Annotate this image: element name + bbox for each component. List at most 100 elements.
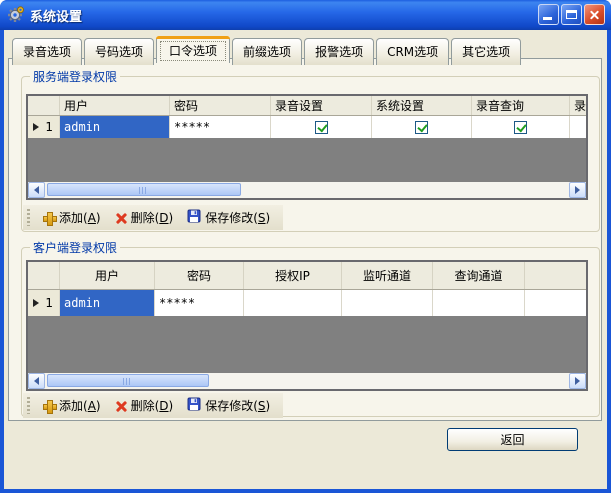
tab-alarm-options[interactable]: 报警选项	[304, 38, 374, 65]
save-floppy-icon	[187, 397, 201, 414]
minimize-button[interactable]	[538, 4, 559, 25]
client-extra-cell[interactable]	[525, 290, 586, 316]
delete-x-icon	[115, 400, 127, 412]
add-label: 添加(A)	[59, 209, 101, 226]
save-label: 保存修改(S)	[205, 397, 270, 414]
maximize-icon	[566, 10, 577, 19]
client-permissions-grid: 用户 密码 授权IP 监听通道 查询通道 1 admin *****	[26, 260, 588, 391]
scroll-right-icon	[575, 186, 580, 194]
client-listen-channel-cell[interactable]	[342, 290, 433, 316]
toolbar-grip[interactable]	[27, 209, 30, 226]
client-col-user[interactable]: 用户	[60, 262, 155, 289]
client-group-title: 客户端登录权限	[30, 239, 120, 256]
server-col-selector[interactable]	[28, 96, 60, 115]
server-record-settings-cell	[271, 116, 372, 138]
client-col-auth-ip[interactable]: 授权IP	[244, 262, 342, 289]
client-grid-hscrollbar[interactable]	[28, 373, 586, 389]
delete-button[interactable]: 删除(D)	[110, 207, 179, 228]
server-col-system-settings[interactable]: 系统设置	[372, 96, 472, 115]
delete-label: 删除(D)	[131, 397, 174, 414]
scroll-left-button[interactable]	[28, 182, 45, 198]
delete-button[interactable]: 删除(D)	[110, 395, 179, 416]
titlebar[interactable]: 系统设置	[0, 0, 611, 30]
scrollbar-thumb[interactable]	[47, 183, 241, 196]
server-group-title: 服务端登录权限	[30, 68, 120, 85]
save-changes-button[interactable]: 保存修改(S)	[182, 395, 275, 416]
client-col-extra[interactable]	[525, 262, 586, 289]
server-system-settings-cell	[372, 116, 472, 138]
server-col-record-query[interactable]: 录音查询	[472, 96, 570, 115]
server-permissions-grid: 用户 密码 录音设置 系统设置 录音查询 录 1 admin *****	[26, 94, 588, 200]
tab-other-options[interactable]: 其它选项	[451, 38, 521, 65]
tab-prefix-options[interactable]: 前缀选项	[232, 38, 302, 65]
scroll-left-button[interactable]	[28, 373, 45, 389]
scroll-left-icon	[34, 186, 39, 194]
server-password-cell[interactable]: *****	[170, 116, 271, 138]
client-col-listen-channel[interactable]: 监听通道	[342, 262, 433, 289]
client-user-cell[interactable]: admin	[60, 290, 155, 316]
add-button[interactable]: 添加(A)	[38, 395, 106, 416]
server-user-cell[interactable]: admin	[60, 116, 170, 138]
server-col-user[interactable]: 用户	[60, 96, 170, 115]
save-label: 保存修改(S)	[205, 209, 270, 226]
maximize-button[interactable]	[561, 4, 582, 25]
gear-icon	[7, 6, 25, 24]
row-selector[interactable]: 1	[28, 116, 60, 138]
current-row-icon	[33, 123, 39, 131]
close-button[interactable]	[584, 4, 605, 25]
client-grid-toolbar: 添加(A) 删除(D)	[23, 393, 283, 418]
add-button[interactable]: 添加(A)	[38, 207, 106, 228]
dialog-client-area: 录音选项 号码选项 口令选项 前缀选项 报警选项 CRM选项 其它选项 服务端登…	[4, 30, 607, 489]
server-grid-header-row: 用户 密码 录音设置 系统设置 录音查询 录	[28, 96, 586, 116]
row-number: 1	[45, 296, 53, 310]
row-number: 1	[45, 120, 53, 134]
record-query-checkbox[interactable]	[514, 121, 527, 134]
save-changes-button[interactable]: 保存修改(S)	[182, 207, 275, 228]
client-col-password[interactable]: 密码	[155, 262, 244, 289]
tab-password-options[interactable]: 口令选项	[156, 36, 230, 63]
server-col-partial[interactable]: 录	[570, 96, 586, 115]
tab-strip: 录音选项 号码选项 口令选项 前缀选项 报警选项 CRM选项 其它选项	[12, 37, 521, 64]
server-grid-empty-area	[28, 138, 586, 182]
delete-x-icon	[115, 212, 127, 224]
window-title: 系统设置	[30, 6, 82, 25]
client-query-channel-cell[interactable]	[433, 290, 525, 316]
scroll-right-icon	[575, 377, 580, 385]
system-settings-checkbox[interactable]	[415, 121, 428, 134]
tab-recording-options[interactable]: 录音选项	[12, 38, 82, 65]
client-auth-ip-cell[interactable]	[244, 290, 342, 316]
return-button[interactable]: 返回	[447, 428, 578, 451]
scrollbar-thumb[interactable]	[47, 374, 209, 387]
server-grid-toolbar: 添加(A) 删除(D)	[23, 205, 283, 230]
server-partial-cell[interactable]	[570, 116, 586, 138]
system-settings-window: 系统设置 录音选项 号码选项 口令选项 前缀选项 报警选项 CRM选项 其它选项…	[0, 0, 611, 493]
row-selector[interactable]: 1	[28, 290, 60, 316]
client-grid-row-1: 1 admin *****	[28, 290, 586, 316]
toolbar-grip[interactable]	[27, 397, 30, 414]
server-col-password[interactable]: 密码	[170, 96, 271, 115]
scroll-right-button[interactable]	[569, 182, 586, 198]
tab-page-password-options: 服务端登录权限 用户 密码 录音设置 系统设置 录音查询 录	[8, 58, 602, 421]
client-password-cell[interactable]: *****	[155, 290, 244, 316]
add-plus-icon	[43, 400, 55, 412]
add-label: 添加(A)	[59, 397, 101, 414]
tab-number-options[interactable]: 号码选项	[84, 38, 154, 65]
client-grid-header-row: 用户 密码 授权IP 监听通道 查询通道	[28, 262, 586, 290]
minimize-icon	[543, 17, 552, 20]
server-col-record-settings[interactable]: 录音设置	[271, 96, 372, 115]
server-login-group: 服务端登录权限 用户 密码 录音设置 系统设置 录音查询 录	[21, 76, 600, 232]
add-plus-icon	[43, 212, 55, 224]
client-login-group: 客户端登录权限 用户 密码 授权IP 监听通道 查询通道	[21, 247, 600, 417]
scroll-left-icon	[34, 377, 39, 385]
record-settings-checkbox[interactable]	[315, 121, 328, 134]
current-row-icon	[33, 299, 39, 307]
tab-crm-options[interactable]: CRM选项	[376, 38, 449, 65]
client-grid-empty-area	[28, 316, 586, 373]
client-col-selector[interactable]	[28, 262, 60, 289]
save-floppy-icon	[187, 209, 201, 226]
server-grid-hscrollbar[interactable]	[28, 182, 586, 198]
server-record-query-cell	[472, 116, 570, 138]
client-col-query-channel[interactable]: 查询通道	[433, 262, 525, 289]
scroll-right-button[interactable]	[569, 373, 586, 389]
server-grid-row-1: 1 admin *****	[28, 116, 586, 138]
